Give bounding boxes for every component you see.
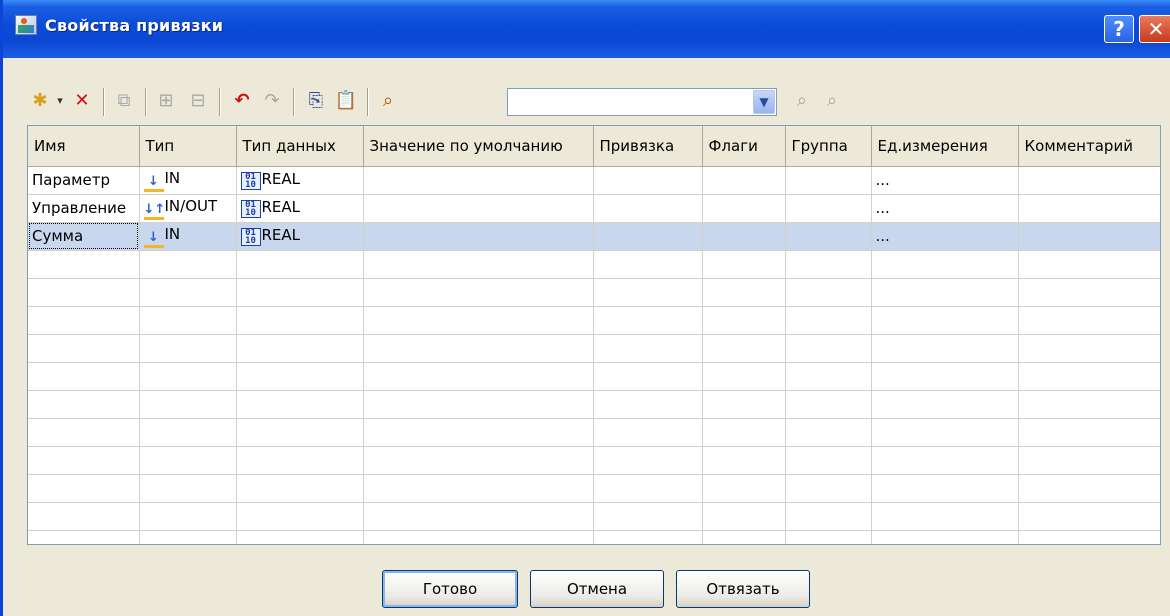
input-arrow-icon: ↓ (143, 175, 164, 192)
search-combo[interactable]: ▼ (507, 88, 777, 116)
cell-comment[interactable] (1018, 194, 1160, 223)
column-header-comment[interactable]: Комментарий (1018, 126, 1160, 167)
toolbar: ✱ ▾ ✕ ⧉ ⊞ ⊟ ↶ ↷ ⎘ 📋 ⌕ ▼ ⌕ ⌕ (27, 82, 927, 122)
cell-name[interactable]: Параметр (28, 166, 140, 195)
table-row-empty[interactable] (28, 474, 1160, 503)
redo-icon[interactable]: ↷ (259, 88, 285, 114)
toolbar-separator (367, 88, 369, 116)
table-row-empty[interactable] (28, 390, 1160, 419)
cell-default[interactable] (363, 166, 594, 195)
cancel-button[interactable]: Отмена (530, 570, 664, 608)
column-header-default[interactable]: Значение по умолчанию (363, 126, 594, 167)
column-header-type[interactable]: Тип (139, 126, 237, 167)
column-header-binding[interactable]: Привязка (593, 126, 703, 167)
cell-comment[interactable] (1018, 222, 1160, 251)
import-icon[interactable]: ⧉ (111, 88, 137, 114)
close-button[interactable]: ✕ (1139, 15, 1170, 43)
table-row[interactable]: Управление ↓↑IN/OUT 01 10 REAL ... (28, 194, 1160, 223)
app-icon (15, 15, 37, 35)
cell-binding[interactable] (593, 222, 703, 251)
ungroup-icon[interactable]: ⊟ (185, 88, 211, 114)
dropdown-arrow-icon[interactable]: ▾ (53, 88, 67, 114)
find-next-icon[interactable]: ⌕ (789, 88, 815, 114)
cell-data-type[interactable]: 01 10 REAL (236, 222, 364, 251)
title-bar[interactable]: Свойства привязки ? ✕ (3, 0, 1170, 58)
toolbar-separator (103, 88, 105, 116)
dialog-window: Свойства привязки ? ✕ ✱ ▾ ✕ ⧉ ⊞ ⊟ ↶ ↷ ⎘ … (0, 0, 1170, 616)
column-header-name[interactable]: Имя (28, 126, 140, 167)
cell-data-type[interactable]: 01 10 REAL (236, 166, 364, 195)
toolbar-separator (293, 88, 295, 116)
inout-arrow-icon: ↓↑ (143, 203, 165, 220)
done-button[interactable]: Готово (382, 570, 518, 608)
cell-data-type-text: REAL (261, 170, 301, 188)
table-row-empty[interactable] (28, 446, 1160, 475)
column-header-unit[interactable]: Ед.измерения (871, 126, 1019, 167)
table-row-empty[interactable] (28, 250, 1160, 279)
column-header-group[interactable]: Группа (785, 126, 872, 167)
cell-flags[interactable] (702, 166, 786, 195)
toolbar-separator (219, 88, 221, 116)
table-row-empty[interactable] (28, 502, 1160, 531)
table-row[interactable]: Параметр ↓ IN 01 10 REAL ... (28, 166, 1160, 195)
cell-data-type[interactable]: 01 10 REAL (236, 194, 364, 223)
table-row-empty[interactable] (28, 334, 1160, 363)
cell-flags[interactable] (702, 194, 786, 223)
find-icon[interactable]: ⌕ (375, 88, 401, 114)
input-arrow-icon: ↓ (143, 231, 164, 248)
real-type-icon: 01 10 (240, 228, 261, 246)
variables-grid[interactable]: Имя Тип Тип данных Значение по умолчанию… (27, 125, 1161, 545)
table-row-selected[interactable]: Сумма ↓ IN 01 10 REAL ... (28, 222, 1160, 251)
chevron-down-icon[interactable]: ▼ (753, 90, 775, 114)
cell-binding[interactable] (593, 194, 703, 223)
cell-group[interactable] (785, 222, 872, 251)
group-icon[interactable]: ⊞ (153, 88, 179, 114)
cell-group[interactable] (785, 194, 872, 223)
toolbar-separator (145, 88, 147, 116)
cell-default[interactable] (363, 194, 594, 223)
cell-type-text: IN (164, 168, 181, 187)
window-title: Свойства привязки (45, 16, 224, 35)
cell-unit[interactable]: ... (871, 194, 1019, 223)
cell-flags[interactable] (702, 222, 786, 251)
find-prev-icon[interactable]: ⌕ (819, 88, 845, 114)
cell-type[interactable]: ↓ IN (139, 166, 237, 195)
cell-default[interactable] (363, 222, 594, 251)
cell-type[interactable]: ↓ IN (139, 222, 237, 251)
help-button[interactable]: ? (1104, 15, 1134, 43)
cell-data-type-text: REAL (261, 198, 301, 216)
table-row-empty[interactable] (28, 306, 1160, 335)
cell-group[interactable] (785, 166, 872, 195)
new-item-icon[interactable]: ✱ (27, 88, 53, 114)
unbind-button[interactable]: Отвязать (676, 570, 810, 608)
column-header-data-type[interactable]: Тип данных (236, 126, 364, 167)
cell-name[interactable]: Сумма (28, 222, 140, 251)
cell-name[interactable]: Управление (28, 194, 140, 223)
table-row-empty[interactable] (28, 530, 1160, 544)
real-type-icon: 01 10 (240, 172, 261, 190)
cell-type-text: IN/OUT (164, 196, 218, 215)
cell-unit[interactable]: ... (871, 222, 1019, 251)
table-row-empty[interactable] (28, 362, 1160, 391)
cell-unit[interactable]: ... (871, 166, 1019, 195)
grid-header-row: Имя Тип Тип данных Значение по умолчанию… (28, 126, 1160, 167)
real-type-icon: 01 10 (240, 200, 261, 218)
copy-icon[interactable]: ⎘ (303, 88, 329, 114)
column-header-flags[interactable]: Флаги (702, 126, 786, 167)
cell-type[interactable]: ↓↑IN/OUT (139, 194, 237, 223)
delete-icon[interactable]: ✕ (69, 88, 95, 114)
cell-data-type-text: REAL (261, 226, 301, 244)
cell-type-text: IN (164, 224, 181, 243)
undo-icon[interactable]: ↶ (229, 88, 255, 114)
paste-icon[interactable]: 📋 (333, 88, 359, 114)
table-row-empty[interactable] (28, 278, 1160, 307)
cell-binding[interactable] (593, 166, 703, 195)
table-row-empty[interactable] (28, 418, 1160, 447)
cell-comment[interactable] (1018, 166, 1160, 195)
